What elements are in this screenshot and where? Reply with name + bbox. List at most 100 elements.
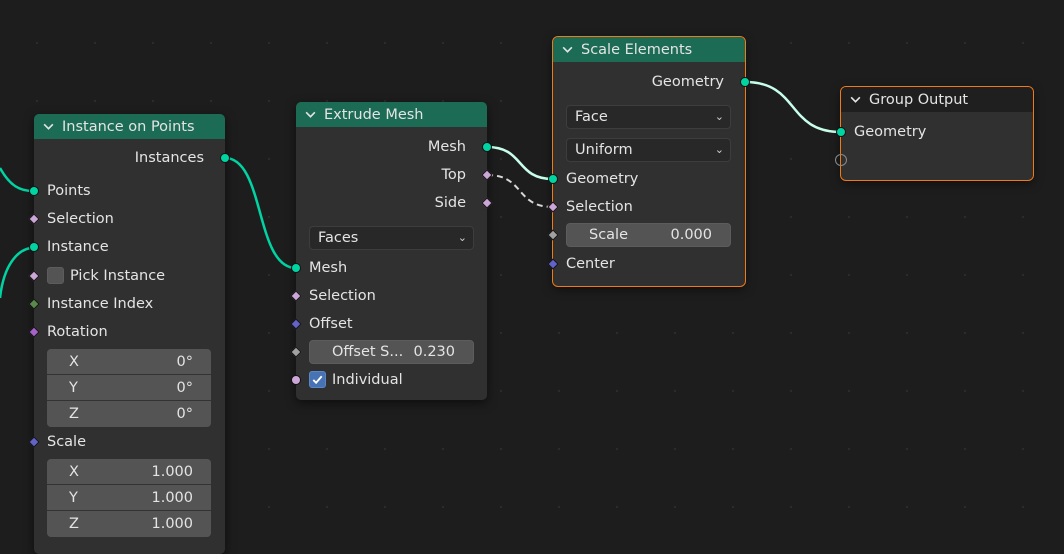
chevron-down-icon[interactable] xyxy=(849,93,862,106)
socket-label: Geometry xyxy=(651,74,724,90)
output-instances: Instances xyxy=(34,147,225,169)
scale-x-field[interactable]: X 1.000 xyxy=(47,459,211,485)
scale-elements-node[interactable]: Scale Elements Geometry Face ⌄ Uniform ⌄… xyxy=(547,36,750,287)
extrude-mesh-node[interactable]: Extrude Mesh Mesh Top Side Faces ⌄ Mesh … xyxy=(290,102,493,400)
node-header[interactable]: Extrude Mesh xyxy=(296,102,487,127)
socket-mesh-out[interactable] xyxy=(482,142,492,152)
socket-label: Points xyxy=(47,183,91,199)
offset-scale-field[interactable]: Offset S... 0.230 xyxy=(309,340,474,364)
scale-mode-dropdown[interactable]: Uniform ⌄ xyxy=(566,138,731,162)
socket-label: Geometry xyxy=(566,171,639,187)
link-mesh-to-geometry xyxy=(486,145,554,181)
link-instances-to-mesh xyxy=(224,156,297,270)
node-header[interactable]: Group Output xyxy=(841,87,1033,112)
node-header[interactable]: Scale Elements xyxy=(553,37,745,62)
axis-label: Z xyxy=(69,406,79,422)
socket-label: Selection xyxy=(309,288,376,304)
checkbox-label: Individual xyxy=(332,372,403,388)
axis-value: 1.000 xyxy=(151,516,193,532)
input-offset: Offset xyxy=(296,313,487,335)
socket-label: Offset xyxy=(309,316,353,332)
socket-geometry-out[interactable] xyxy=(740,77,750,87)
input-individual[interactable]: Individual xyxy=(296,369,487,391)
group-output-node[interactable]: Group Output Geometry xyxy=(835,86,1034,181)
input-selection: Selection xyxy=(296,285,487,307)
chevron-down-icon: ⌄ xyxy=(714,143,724,156)
checkbox-label: Pick Instance xyxy=(70,268,166,284)
pick-instance-checkbox[interactable] xyxy=(47,266,64,284)
socket-individual-in[interactable] xyxy=(291,375,301,385)
socket-label: Selection xyxy=(47,211,114,227)
link-geometry-to-group-output xyxy=(744,80,842,134)
field-value: 0.230 xyxy=(413,344,455,360)
chevron-down-icon: ⌄ xyxy=(457,231,467,244)
domain-dropdown[interactable]: Face ⌄ xyxy=(566,105,731,129)
socket-mesh-in[interactable] xyxy=(291,263,301,273)
rotation-z-field[interactable]: Z 0° xyxy=(47,401,211,427)
rotation-x-field[interactable]: X 0° xyxy=(47,349,211,375)
output-geometry: Geometry xyxy=(553,71,745,93)
input-rotation: Rotation xyxy=(34,321,225,343)
socket-geometry-in[interactable] xyxy=(548,174,558,184)
socket-label: Scale xyxy=(47,434,87,450)
chevron-down-icon[interactable] xyxy=(561,43,574,56)
output-mesh: Mesh xyxy=(296,136,487,158)
link-top-to-selection xyxy=(486,174,554,208)
axis-label: Z xyxy=(69,516,79,532)
socket-instances-out[interactable] xyxy=(220,153,230,163)
input-mesh: Mesh xyxy=(296,257,487,279)
axis-label: Y xyxy=(69,380,78,396)
input-instance: Instance xyxy=(34,236,225,258)
scale-z-field[interactable]: Z 1.000 xyxy=(47,511,211,537)
field-label: Offset S... xyxy=(332,344,404,360)
field-label: Scale xyxy=(589,227,629,243)
chevron-down-icon: ⌄ xyxy=(714,110,724,123)
socket-label: Top xyxy=(441,167,466,183)
instance-on-points-node[interactable]: Instance on Points Instances Points Sele… xyxy=(28,114,230,554)
scale-field[interactable]: Scale 0.000 xyxy=(566,223,731,247)
node-title: Extrude Mesh xyxy=(324,106,424,123)
scale-y-field[interactable]: Y 1.000 xyxy=(47,485,211,511)
axis-label: Y xyxy=(69,490,78,506)
socket-points-in[interactable] xyxy=(29,186,39,196)
axis-value: 0° xyxy=(176,406,193,422)
output-top: Top xyxy=(296,164,487,186)
axis-value: 0° xyxy=(176,380,193,396)
mode-dropdown[interactable]: Faces ⌄ xyxy=(309,226,474,250)
field-value: 0.000 xyxy=(670,227,712,243)
link-offscreen-to-points xyxy=(0,167,34,193)
chevron-down-icon[interactable] xyxy=(42,120,55,133)
socket-label: Mesh xyxy=(427,139,466,155)
socket-label: Geometry xyxy=(854,124,927,140)
node-header[interactable]: Instance on Points xyxy=(34,114,225,139)
scale-vector-field[interactable]: X 1.000 Y 1.000 Z 1.000 xyxy=(47,459,211,537)
socket-label: Instances xyxy=(134,150,204,166)
socket-geometry-in[interactable] xyxy=(836,127,846,137)
socket-label: Rotation xyxy=(47,324,108,340)
dropdown-value: Faces xyxy=(318,230,359,246)
rotation-vector-field[interactable]: X 0° Y 0° Z 0° xyxy=(47,349,211,427)
input-geometry: Geometry xyxy=(841,121,1033,143)
axis-value: 1.000 xyxy=(151,464,193,480)
socket-empty-in[interactable] xyxy=(835,154,847,166)
axis-label: X xyxy=(69,464,79,480)
input-instance-index: Instance Index xyxy=(34,293,225,315)
socket-label: Instance xyxy=(47,239,109,255)
socket-scale-in[interactable] xyxy=(547,229,559,241)
socket-label: Center xyxy=(566,256,615,272)
input-selection: Selection xyxy=(34,208,225,230)
socket-instance-in[interactable] xyxy=(29,242,39,252)
socket-label: Instance Index xyxy=(47,296,154,312)
rotation-y-field[interactable]: Y 0° xyxy=(47,375,211,401)
axis-label: X xyxy=(69,354,79,370)
input-points: Points xyxy=(34,180,225,202)
input-pick-instance[interactable]: Pick Instance xyxy=(34,265,225,287)
node-title: Scale Elements xyxy=(581,41,693,58)
socket-offset-scale-in[interactable] xyxy=(290,346,302,358)
output-side: Side xyxy=(296,192,487,214)
node-title: Group Output xyxy=(869,91,969,108)
chevron-down-icon[interactable] xyxy=(304,108,317,121)
input-scale: Scale xyxy=(34,431,225,453)
individual-checkbox[interactable] xyxy=(309,370,326,388)
dropdown-value: Uniform xyxy=(575,142,633,158)
